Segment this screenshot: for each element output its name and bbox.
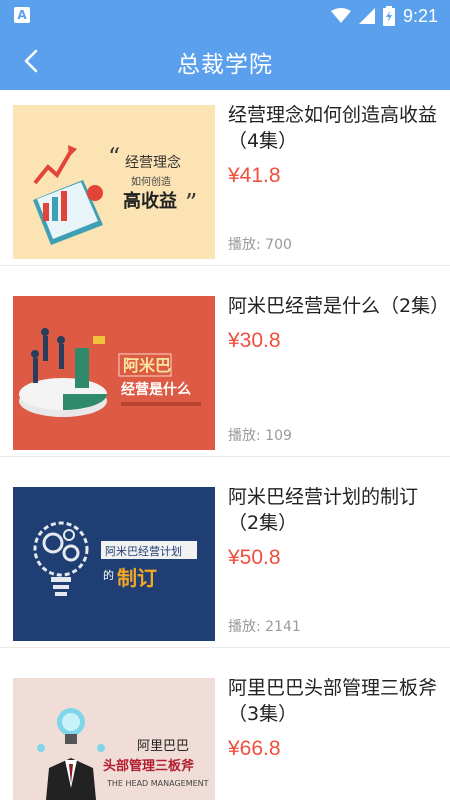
course-title[interactable]: 阿米巴经营计划的制订（2集） [228,484,442,536]
course-thumbnail[interactable]: 阿米巴经营计划 的 制订 [13,487,215,641]
thumb-text: 阿里巴巴 [137,739,189,754]
course-price: ¥50.8 [228,546,281,569]
course-item[interactable]: “ 经营理念 如何创造 高收益 ” 经营理念如何创造高收益（4集） ¥41.8 … [0,90,450,266]
thumb-text: THE HEAD MANAGEMENT [106,779,209,788]
course-info: 阿里巴巴头部管理三板斧（3集） ¥66.8 [228,675,442,800]
thumb-text: 阿米巴经营计划 [105,544,182,558]
course-thumbnail[interactable]: “ 经营理念 如何创造 高收益 ” [13,105,215,259]
status-bar: A 9:21 [0,0,450,32]
app-bar: 总裁学院 [0,32,450,90]
course-price: ¥41.8 [228,164,281,187]
course-item[interactable]: 阿里巴巴 头部管理三板斧 THE HEAD MANAGEMENT 阿里巴巴头部管… [0,663,450,800]
status-time: 9:21 [402,5,438,26]
divider [0,265,450,266]
thumbnail-illustration: 阿米巴经营计划 的 制订 [13,487,215,641]
course-price: ¥66.8 [228,737,281,760]
thumb-text: 的 [103,568,114,582]
battery-icon [382,6,395,26]
thumb-text: 制订 [117,566,157,590]
thumb-text: 如何创造 [131,175,171,188]
course-info: 阿米巴经营是什么（2集） ¥30.8 播放: 109 [228,293,449,449]
signal-icon [358,8,375,24]
play-count: 播放: 2141 [228,619,301,635]
thumbnail-illustration: 阿米巴 经营是什么 [13,296,215,450]
thumb-text: 经营理念 [125,154,181,171]
course-item[interactable]: 阿米巴 经营是什么 阿米巴经营是什么（2集） ¥30.8 播放: 109 [0,281,450,457]
course-list[interactable]: “ 经营理念 如何创造 高收益 ” 经营理念如何创造高收益（4集） ¥41.8 … [0,90,450,800]
course-info: 阿米巴经营计划的制订（2集） ¥50.8 播放: 2141 [228,484,442,640]
divider [0,456,450,457]
page-title: 总裁学院 [177,52,273,78]
thumb-text: 阿米巴 [123,356,171,375]
divider [0,647,450,648]
course-item[interactable]: 阿米巴经营计划 的 制订 阿米巴经营计划的制订（2集） ¥50.8 播放: 21… [0,472,450,648]
course-thumbnail[interactable]: 阿里巴巴 头部管理三板斧 THE HEAD MANAGEMENT [13,678,215,800]
thumb-text: 经营是什么 [121,381,191,398]
notification-icon: A [14,7,30,23]
svg-text:”: ” [185,189,197,217]
wifi-icon [330,8,351,23]
course-title[interactable]: 阿米巴经营是什么（2集） [228,293,449,319]
thumbnail-illustration: “ 经营理念 如何创造 高收益 ” [13,105,215,259]
play-count: 播放: 109 [228,428,292,444]
thumb-text: 高收益 [123,190,177,212]
thumb-text: 头部管理三板斧 [103,758,195,774]
course-title[interactable]: 阿里巴巴头部管理三板斧（3集） [228,675,442,727]
thumbnail-illustration: 阿里巴巴 头部管理三板斧 THE HEAD MANAGEMENT [13,678,215,800]
course-thumbnail[interactable]: 阿米巴 经营是什么 [13,296,215,450]
course-title[interactable]: 经营理念如何创造高收益（4集） [228,102,442,154]
play-count: 播放: 700 [228,237,292,253]
course-price: ¥30.8 [228,329,281,352]
course-info: 经营理念如何创造高收益（4集） ¥41.8 播放: 700 [228,102,442,258]
svg-text:“: “ [108,143,120,171]
status-icons: 9:21 [330,4,438,28]
